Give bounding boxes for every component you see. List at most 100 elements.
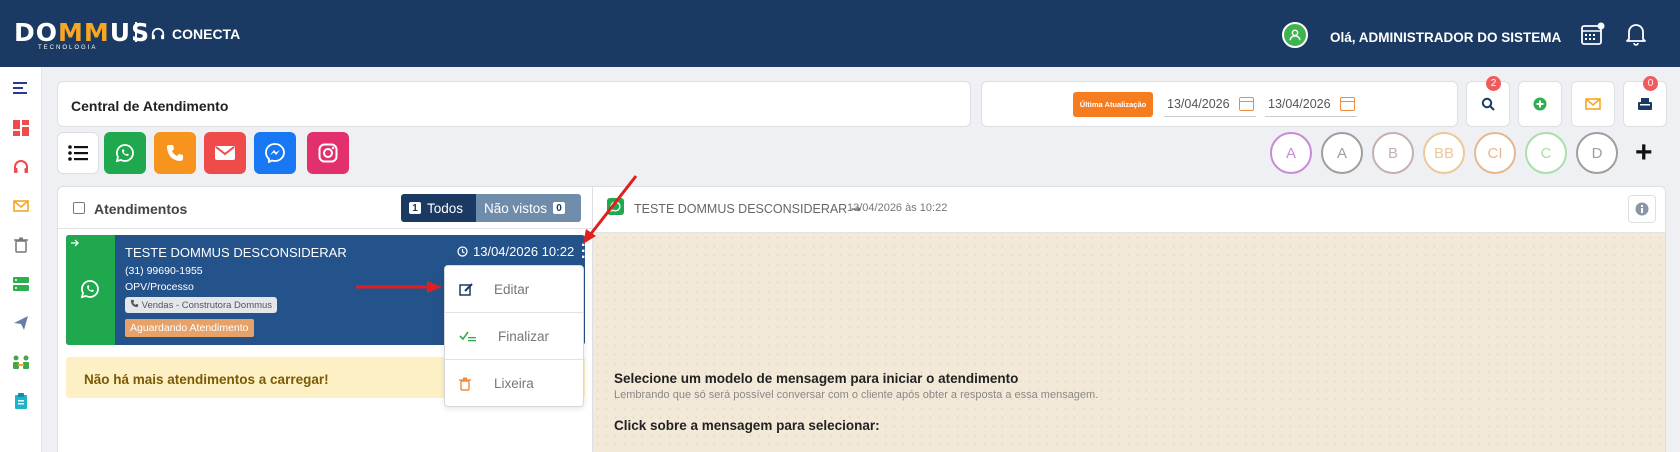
ticket-timestamp-value: 13/04/2026 10:22 [473, 244, 575, 259]
team-nav-icon[interactable] [12, 353, 30, 371]
agent-filter-a[interactable]: A [1270, 132, 1312, 174]
template-prompt-note: Lembrando que só será possível conversar… [614, 389, 1099, 401]
menu-item-edit[interactable]: Editar [445, 266, 583, 313]
filter-unseen-label: Não vistos [484, 200, 548, 216]
template-prompt-action: Click sobre a mensagem para selecionar: [614, 418, 880, 433]
bell-icon[interactable] [1625, 22, 1647, 51]
module-name: CONECTA [151, 26, 240, 42]
phone-channel-button[interactable] [154, 132, 196, 174]
dommus-logo[interactable]: DOMMUS [14, 18, 150, 47]
plus-circle-icon [1533, 97, 1547, 111]
whatsapp-channel-button[interactable] [104, 132, 146, 174]
chat-body: Selecione um modelo de mensagem para ini… [593, 233, 1665, 452]
mail-button[interactable] [1571, 81, 1615, 127]
inbox-count-badge: 0 [1643, 76, 1658, 91]
phone-small-icon [130, 299, 139, 308]
headset-nav-icon[interactable] [12, 158, 30, 176]
phone-icon [167, 145, 183, 161]
server-nav-icon[interactable] [12, 275, 30, 293]
logo-subtitle: TECNOLOGIA [38, 45, 98, 51]
more-options-icon[interactable]: ··· [581, 238, 585, 266]
search-button[interactable]: 2 [1466, 76, 1510, 127]
menu-finish-label: Finalizar [498, 328, 550, 344]
chat-contact-label: TESTE DOMMUS DESCONSIDERAR [634, 202, 848, 216]
date-filter-card: Última Atualização 13/04/2026 13/04/2026 [981, 81, 1458, 127]
select-all-checkbox[interactable] [73, 202, 85, 214]
agent-filter-c[interactable]: C [1525, 132, 1567, 174]
last-update-badge[interactable]: Última Atualização [1073, 92, 1153, 117]
list-header: Atendimentos 1 Todos Não vistos 0 [58, 187, 592, 229]
messenger-channel-button[interactable] [254, 132, 296, 174]
ticket-channel-strip [66, 235, 115, 345]
messenger-icon [265, 143, 285, 163]
clock-icon [457, 246, 468, 257]
filter-all-count: 1 [409, 202, 421, 214]
email-icon [215, 146, 235, 160]
module-label: CONECTA [172, 26, 241, 42]
page-title-card: Central de Atendimento [57, 81, 971, 127]
check-list-icon [459, 331, 476, 342]
calendar-small-icon[interactable] [1340, 97, 1355, 111]
ticket-timestamp: 13/04/2026 10:22 [457, 244, 574, 259]
sidebar [0, 67, 42, 452]
whatsapp-icon [80, 280, 99, 299]
list-icon [68, 145, 88, 161]
arrow-right-icon [71, 239, 79, 247]
menu-toggle-icon[interactable] [12, 79, 30, 97]
calendar-icon[interactable] [1580, 22, 1606, 51]
whatsapp-icon [115, 144, 134, 163]
calendar-small-icon[interactable] [1239, 97, 1254, 111]
whatsapp-small-icon [607, 198, 624, 215]
headset-icon [151, 27, 165, 40]
agent-filter-bb[interactable]: BB [1423, 132, 1465, 174]
ticket-contact-name: TESTE DOMMUS DESCONSIDERAR [125, 245, 347, 260]
envelope-icon [1585, 98, 1601, 110]
send-nav-icon[interactable] [12, 314, 30, 332]
inbox-tray-icon [1638, 98, 1652, 110]
agent-filter-a2[interactable]: A [1321, 132, 1363, 174]
filter-unseen-button[interactable]: Não vistos 0 [476, 194, 581, 222]
agent-filter-b[interactable]: B [1372, 132, 1414, 174]
date-from-input[interactable]: 13/04/2026 [1164, 91, 1256, 117]
template-prompt-title: Selecione um modelo de mensagem para ini… [614, 371, 1019, 386]
ticket-context-menu: Editar Finalizar Lixeira [444, 265, 584, 407]
filter-all-button[interactable]: 1 Todos [401, 194, 476, 222]
chat-header: TESTE DOMMUS DESCONSIDERAR ➞ 13/04/2026 … [593, 187, 1665, 233]
user-avatar-icon[interactable] [1282, 22, 1308, 48]
instagram-channel-button[interactable] [307, 132, 349, 174]
ticket-phone: (31) 99690-1955 [125, 265, 203, 277]
trash-icon [459, 377, 471, 391]
filter-unseen-count: 0 [553, 202, 566, 214]
agent-filter-d[interactable]: D [1576, 132, 1618, 174]
menu-item-finish[interactable]: Finalizar [445, 313, 583, 360]
clipboard-nav-icon[interactable] [12, 392, 30, 410]
add-button[interactable] [1518, 81, 1562, 127]
chat-contact-name: TESTE DOMMUS DESCONSIDERAR ➞ [634, 201, 861, 216]
dashboard-icon[interactable] [12, 119, 30, 137]
chat-panel: TESTE DOMMUS DESCONSIDERAR ➞ 13/04/2026 … [593, 186, 1666, 452]
email-channel-button[interactable] [204, 132, 246, 174]
edit-icon [459, 283, 473, 296]
inbox-button[interactable]: 0 [1623, 76, 1667, 127]
ticket-status-badge: Aguardando Atendimento [125, 319, 254, 337]
view-filter-toggle: 1 Todos Não vistos 0 [401, 194, 581, 222]
user-greeting[interactable]: Olá, ADMINISTRADOR DO SISTEMA [1330, 30, 1561, 45]
filter-all-label: Todos [427, 200, 464, 216]
mail-nav-icon[interactable] [12, 197, 30, 215]
ticket-process: OPV/Processo [125, 281, 194, 293]
list-title: Atendimentos [94, 201, 188, 217]
agent-filter-ci[interactable]: CI [1474, 132, 1516, 174]
header-separator [135, 22, 137, 42]
trash-nav-icon[interactable] [12, 236, 30, 254]
menu-trash-label: Lixeira [494, 376, 534, 391]
chat-date: 13/04/2026 às 10:22 [847, 202, 948, 214]
ticket-tag-label: Vendas - Construtora Dommus [141, 300, 273, 311]
date-to-input[interactable]: 13/04/2026 [1265, 91, 1357, 117]
add-agent-plus-icon[interactable]: + [1635, 138, 1653, 168]
date-to-value: 13/04/2026 [1268, 97, 1331, 111]
menu-item-trash[interactable]: Lixeira [445, 360, 583, 407]
info-button[interactable] [1628, 195, 1656, 223]
search-icon [1481, 97, 1495, 111]
list-view-button[interactable] [57, 132, 99, 174]
menu-edit-label: Editar [494, 281, 530, 297]
